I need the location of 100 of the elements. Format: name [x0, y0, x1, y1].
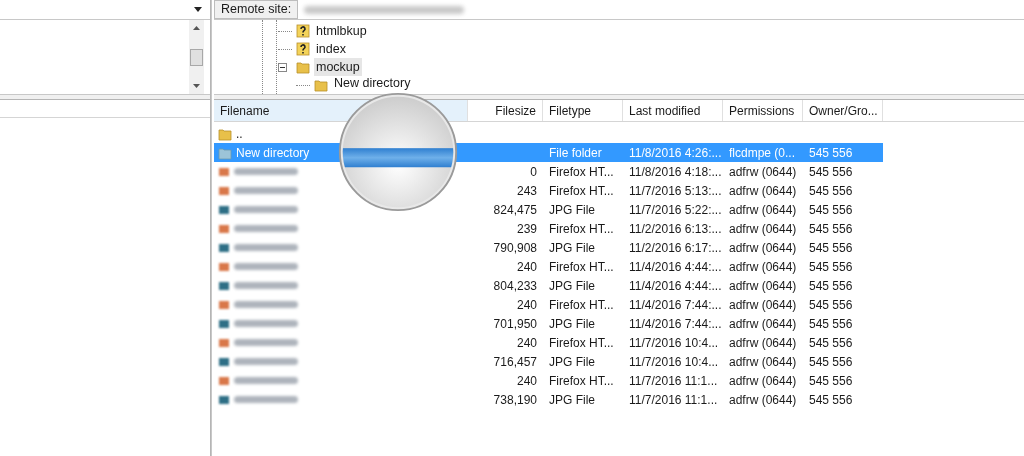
owner-cell-text: 545 556 — [808, 353, 854, 371]
permissions-cell-text: adfrw (0644) — [728, 315, 798, 333]
filesize-cell-text: 239 — [515, 220, 538, 238]
scroll-thumb[interactable] — [190, 48, 203, 66]
modified-cell-text: 11/7/2016 11:1... — [628, 372, 719, 390]
folder-icon — [218, 145, 232, 160]
file-row[interactable]: 790,908 JPG File 11/2/2016 6:17:... adfrw (0644) 545 556 — [214, 238, 883, 257]
image-file-icon — [218, 203, 230, 216]
redacted-filename — [234, 396, 298, 403]
filetype-cell-text: Firefox HT... — [548, 163, 615, 181]
filetype-cell-text: Firefox HT... — [548, 296, 615, 314]
folder-icon — [218, 126, 232, 141]
permissions-cell-text: adfrw (0644) — [728, 201, 798, 219]
file-row[interactable]: 0 Firefox HT... 11/8/2016 4:18:... adfrw (0644) 545 556 — [214, 162, 883, 181]
modified-cell-text: 11/8/2016 4:18:... — [628, 163, 723, 181]
file-row[interactable]: 701,950 JPG File 11/4/2016 7:44:... adfrw (0644) 545 556 — [214, 314, 883, 333]
owner-cell-text: 545 556 — [808, 334, 854, 352]
question-mark-icon — [296, 42, 310, 56]
owner-cell-text: 545 556 — [808, 277, 854, 295]
permissions-cell-text: adfrw (0644) — [728, 277, 798, 295]
file-row[interactable]: 240 Firefox HT... 11/7/2016 11:1... adfrw (0644) 545 556 — [214, 371, 883, 390]
redacted-filename — [234, 244, 298, 251]
column-header[interactable]: Last modified — [623, 100, 723, 121]
file-row[interactable]: 240 Firefox HT... 11/7/2016 10:4... adfrw (0644) 545 556 — [214, 333, 883, 352]
filetype-cell-text: Firefox HT... — [548, 258, 615, 276]
image-file-icon — [218, 355, 230, 368]
permissions-cell-text: adfrw (0644) — [728, 258, 798, 276]
file-row[interactable]: 804,233 JPG File 11/4/2016 4:44:... adfrw (0644) 545 556 — [214, 276, 883, 295]
permissions-cell-text: flcdmpe (0... — [728, 144, 797, 162]
permissions-cell-text: adfrw (0644) — [728, 220, 798, 238]
owner-cell-text: 545 556 — [808, 144, 854, 162]
file-row[interactable]: 738,190 JPG File 11/7/2016 11:1... adfrw (0644) 545 556 — [214, 390, 883, 409]
tree-item[interactable]: index — [314, 39, 348, 59]
folder-icon — [296, 60, 310, 74]
file-row[interactable]: 239 Firefox HT... 11/2/2016 6:13:... adfrw (0644) 545 556 — [214, 219, 883, 238]
file-name: New directory — [236, 144, 310, 162]
document-file-icon — [218, 336, 230, 349]
filetype-cell-text: JPG File — [548, 315, 596, 333]
owner-cell-text: 545 556 — [808, 220, 854, 238]
file-row[interactable]: 824,475 JPG File 11/7/2016 5:22:... adfrw (0644) 545 556 — [214, 200, 883, 219]
modified-cell-text: 11/7/2016 10:4... — [628, 334, 720, 352]
scroll-up-icon — [193, 26, 200, 30]
filesize-cell-text: 824,475 — [492, 201, 538, 219]
file-row[interactable]: 243 Firefox HT... 11/7/2016 5:13:... adfrw (0644) 545 556 — [214, 181, 883, 200]
modified-cell-text: 11/2/2016 6:13:... — [628, 220, 723, 238]
filetype-cell-text: Firefox HT... — [548, 372, 615, 390]
permissions-cell-text: adfrw (0644) — [728, 353, 798, 371]
remote-site-label: Remote site: — [214, 0, 299, 19]
redacted-filename — [234, 225, 298, 232]
dropdown-caret-icon — [194, 7, 202, 12]
permissions-cell-text: adfrw (0644) — [728, 334, 798, 352]
modified-cell-text: 11/4/2016 4:44:... — [628, 277, 723, 295]
tree-item[interactable]: mockup — [314, 57, 362, 77]
owner-cell-text: 545 556 — [808, 163, 854, 181]
file-name: .. — [236, 125, 243, 143]
filetype-cell-text: JPG File — [548, 391, 596, 409]
filesize-cell-text: 240 — [515, 258, 538, 276]
column-header[interactable]: Owner/Gro... — [803, 100, 883, 121]
file-row[interactable]: 240 Firefox HT... 11/4/2016 7:44:... adfrw (0644) 545 556 — [214, 295, 883, 314]
redacted-filename — [234, 320, 298, 327]
filetype-cell-text: File folder — [548, 144, 603, 162]
collapse-toggle[interactable] — [278, 62, 287, 72]
scrollbar[interactable] — [189, 20, 204, 94]
column-header[interactable]: Filetype — [543, 100, 623, 121]
document-file-icon — [218, 260, 230, 273]
tree-item[interactable]: New directory — [332, 77, 413, 90]
filetype-cell-text: JPG File — [548, 239, 596, 257]
permissions-cell-text: adfrw (0644) — [728, 182, 798, 200]
permissions-cell-text: adfrw (0644) — [728, 391, 798, 409]
column-header[interactable]: Permissions — [723, 100, 803, 121]
document-file-icon — [218, 222, 230, 235]
tree-item[interactable]: htmlbkup — [314, 21, 369, 41]
owner-cell-text: 545 556 — [808, 201, 854, 219]
modified-cell-text: 11/8/2016 4:26:... — [628, 144, 723, 162]
filesize-cell-text: 240 — [515, 334, 538, 352]
filesize-cell-text: 804,233 — [492, 277, 538, 295]
column-header[interactable]: Filesize — [468, 100, 543, 121]
filesize-cell-text: 243 — [515, 182, 538, 200]
file-row[interactable]: 240 Firefox HT... 11/4/2016 4:44:... adfrw (0644) 545 556 — [214, 257, 883, 276]
redacted-filename — [234, 263, 298, 270]
redacted-filename — [234, 206, 298, 213]
filesize-cell-text: 738,190 — [492, 391, 538, 409]
redacted-filename — [234, 358, 298, 365]
owner-cell-text: 545 556 — [808, 391, 854, 409]
document-file-icon — [218, 184, 230, 197]
filesize-cell-text: 240 — [515, 296, 538, 314]
permissions-cell-text: adfrw (0644) — [728, 239, 798, 257]
filesize-cell-text: 240 — [515, 372, 538, 390]
image-file-icon — [218, 317, 230, 330]
document-file-icon — [218, 374, 230, 387]
document-file-icon — [218, 298, 230, 311]
file-row[interactable]: .. — [214, 124, 883, 143]
image-file-icon — [218, 393, 230, 406]
redacted-filename — [234, 301, 298, 308]
filetype-cell-text: JPG File — [548, 353, 596, 371]
filetype-cell-text: Firefox HT... — [548, 220, 615, 238]
redacted-filename — [234, 282, 298, 289]
modified-cell-text: 11/4/2016 7:44:... — [628, 315, 723, 333]
modified-cell-text: 11/7/2016 5:13:... — [628, 182, 723, 200]
file-row[interactable]: 716,457 JPG File 11/7/2016 10:4... adfrw (0644) 545 556 — [214, 352, 883, 371]
